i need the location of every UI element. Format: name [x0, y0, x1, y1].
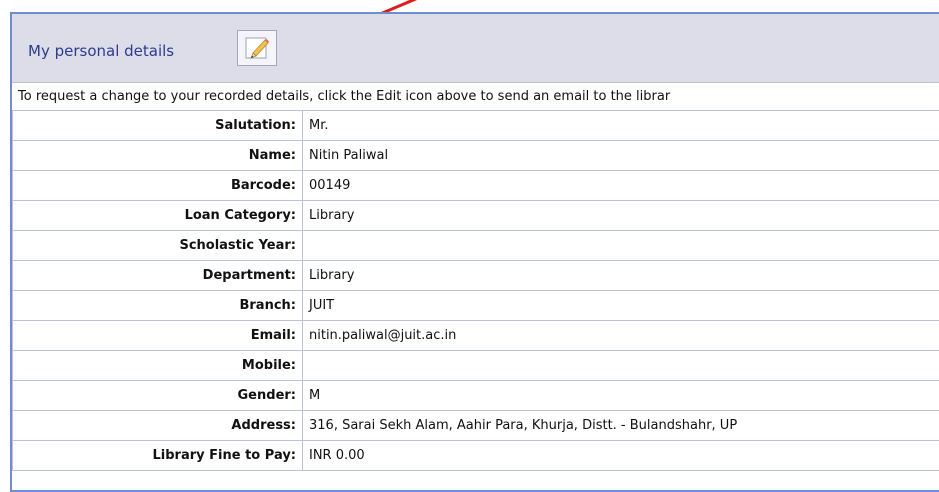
detail-row: Email:nitin.paliwal@juit.ac.in — [13, 321, 939, 351]
detail-row: Department:Library — [13, 261, 939, 291]
detail-value: Library — [303, 201, 939, 231]
detail-label: Name: — [13, 141, 303, 171]
page-title: My personal details — [28, 42, 174, 60]
detail-value: INR 0.00 — [303, 441, 939, 471]
detail-label: Department: — [13, 261, 303, 291]
pencil-edit-icon — [244, 35, 270, 61]
detail-value: 316, Sarai Sekh Alam, Aahir Para, Khurja… — [303, 411, 939, 441]
detail-value: JUIT — [303, 291, 939, 321]
personal-details-panel: My personal details To request a change … — [10, 12, 939, 492]
detail-label: Scholastic Year: — [13, 231, 303, 261]
detail-row: Address:316, Sarai Sekh Alam, Aahir Para… — [13, 411, 939, 441]
detail-label: Gender: — [13, 381, 303, 411]
detail-row: Salutation:Mr. — [13, 111, 939, 141]
detail-value — [303, 351, 939, 381]
detail-label: Loan Category: — [13, 201, 303, 231]
detail-label: Address: — [13, 411, 303, 441]
edit-details-button[interactable] — [237, 30, 277, 66]
detail-value: Nitin Paliwal — [303, 141, 939, 171]
personal-details-table: Salutation:Mr.Name:Nitin PaliwalBarcode:… — [12, 110, 939, 471]
detail-row: Branch:JUIT — [13, 291, 939, 321]
detail-value: Mr. — [303, 111, 939, 141]
detail-label: Branch: — [13, 291, 303, 321]
detail-label: Mobile: — [13, 351, 303, 381]
detail-value: nitin.paliwal@juit.ac.in — [303, 321, 939, 351]
detail-row: Scholastic Year: — [13, 231, 939, 261]
detail-label: Barcode: — [13, 171, 303, 201]
detail-value: M — [303, 381, 939, 411]
detail-value: Library — [303, 261, 939, 291]
detail-row: Mobile: — [13, 351, 939, 381]
detail-row: Loan Category:Library — [13, 201, 939, 231]
detail-row: Name:Nitin Paliwal — [13, 141, 939, 171]
panel-header: My personal details — [12, 14, 939, 82]
detail-label: Salutation: — [13, 111, 303, 141]
detail-label: Library Fine to Pay: — [13, 441, 303, 471]
detail-row: Barcode:00149 — [13, 171, 939, 201]
edit-instructions-text: To request a change to your recorded det… — [12, 82, 939, 111]
detail-label: Email: — [13, 321, 303, 351]
detail-row: Library Fine to Pay:INR 0.00 — [13, 441, 939, 471]
detail-row: Gender:M — [13, 381, 939, 411]
detail-value — [303, 231, 939, 261]
detail-value: 00149 — [303, 171, 939, 201]
